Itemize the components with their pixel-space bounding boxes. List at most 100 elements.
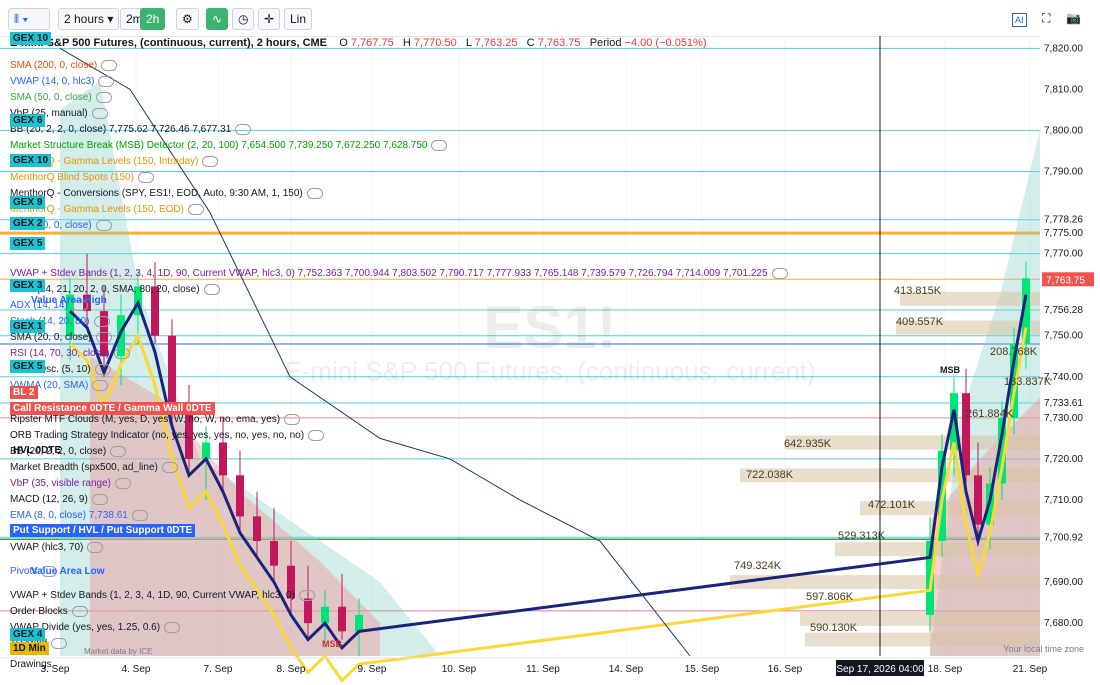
eye-icon[interactable]: [110, 446, 127, 457]
high-value: 7,770.50: [413, 37, 457, 49]
time-tick-label: 7. Sep: [204, 664, 233, 675]
indicator-legend-item[interactable]: SMA (200, 0, close): [10, 60, 118, 72]
eye-icon[interactable]: [51, 638, 68, 649]
time-tick-label: 10. Sep: [442, 664, 477, 675]
settings-icon[interactable]: ⚙: [176, 8, 199, 30]
data-note: Market data by ICE: [84, 647, 152, 656]
volume-profile-label: 472.101K: [868, 499, 916, 511]
indicator-legend-item[interactable]: VWAP (14, 0, hlc3): [10, 76, 115, 88]
indicator-legend-item[interactable]: EMA (8, 0, close) 7,738.61: [10, 510, 148, 522]
eye-icon[interactable]: [113, 348, 130, 359]
gex-level-label: GEX 1: [10, 320, 46, 333]
indicator-legend-item[interactable]: MACD (12, 26, 9): [10, 494, 108, 506]
indicator-legend-label: RSI (14, 70, 30, close): [10, 348, 110, 360]
indicator-legend-item[interactable]: SMA (20, 0, close): [10, 332, 112, 344]
close-label: C: [526, 37, 535, 49]
eye-icon[interactable]: [92, 380, 109, 391]
time-tick-label: 18. Sep: [928, 664, 963, 675]
price-tick-label: 7,778.26: [1044, 215, 1083, 226]
volume-profile-label: 208.768K: [990, 346, 1038, 358]
eye-icon[interactable]: [161, 462, 178, 473]
volume-profile-label: 749.324K: [734, 560, 782, 572]
low-label: L: [465, 37, 472, 49]
eye-icon[interactable]: [95, 92, 112, 103]
volume-profile-label: 722.038K: [746, 469, 794, 481]
auto-button[interactable]: AI: [1012, 13, 1027, 27]
indicator-legend-item[interactable]: MenthorQ - Conversions (SPY, ES1!, EOD, …: [10, 188, 323, 200]
eye-icon[interactable]: [284, 414, 301, 425]
fullscreen-icon[interactable]: ⛶: [1042, 8, 1050, 28]
indicator-legend-item[interactable]: BB (20, 2, 2, 0, close) 7,775.62 7,726.4…: [10, 124, 252, 136]
interval-select[interactable]: 2 hours ▾: [58, 8, 120, 30]
lin-button[interactable]: Lin: [284, 8, 313, 30]
price-tick-label: 7,820.00: [1044, 43, 1083, 54]
eye-icon[interactable]: [91, 108, 108, 119]
eye-icon[interactable]: [137, 172, 154, 183]
eye-icon[interactable]: [187, 204, 204, 215]
indicator-legend-item[interactable]: Ripster MTF Clouds (M, yes, D, yes, W, n…: [10, 414, 301, 426]
volume-profile-label: 642.935K: [784, 438, 832, 450]
low-value: 7,763.25: [474, 37, 518, 49]
eye-icon[interactable]: [431, 140, 448, 151]
eye-icon[interactable]: [308, 430, 325, 441]
gex-level-label: GEX 6: [10, 114, 46, 127]
time-tick-label: 4. Sep: [122, 664, 151, 675]
indicator-legend-item[interactable]: VbP (35, visible range): [10, 478, 131, 490]
indicator-legend-item[interactable]: SMA (50, 0, close): [10, 92, 112, 104]
eye-icon[interactable]: [235, 124, 252, 135]
indicator-legend-label: SMA (20, 0, close): [10, 332, 92, 344]
camera-icon[interactable]: 📷: [1066, 8, 1081, 28]
gex-level-label: Value Area Low: [31, 566, 105, 577]
crosshair-icon[interactable]: ✛: [258, 8, 281, 30]
indicator-legend-item[interactable]: Market Breadth (spx500, ad_line): [10, 462, 178, 474]
indicator-legend-item[interactable]: RSI (14, 70, 30, close): [10, 348, 130, 360]
eye-icon[interactable]: [94, 364, 111, 375]
eye-icon[interactable]: [298, 590, 315, 601]
indicator-legend-label: Ripster MTF Clouds (M, yes, D, yes, W, n…: [10, 414, 281, 426]
price-tick-label: 7,800.00: [1044, 125, 1083, 136]
indicator-legend-label: Order Blocks: [10, 606, 68, 618]
eye-icon[interactable]: [71, 606, 88, 617]
eye-icon[interactable]: [771, 268, 788, 279]
price-tick-label: 7,730.00: [1044, 413, 1083, 424]
drawings-label[interactable]: Drawings: [10, 659, 52, 670]
eye-icon[interactable]: [95, 220, 112, 231]
candle-body: [219, 442, 227, 476]
eye-icon[interactable]: [306, 188, 323, 199]
candle-body: [236, 475, 244, 517]
eye-icon[interactable]: [91, 494, 108, 505]
indicator-legend-item[interactable]: MenthorQ Blind Spots (150): [10, 172, 154, 184]
time-tick-label: 8. Sep: [277, 664, 306, 675]
close-value: 7,763.75: [537, 37, 581, 49]
eye-icon[interactable]: [93, 316, 110, 327]
eye-icon[interactable]: [101, 60, 118, 71]
time-tick-label: 11. Sep: [526, 664, 560, 675]
price-tick-label: 7,770.00: [1044, 249, 1083, 260]
indicator-legend-item[interactable]: Market Structure Break (MSB) Detector (2…: [10, 140, 448, 152]
chart-type-button[interactable]: ⫴ ▾: [8, 8, 50, 30]
eye-icon[interactable]: [98, 76, 115, 87]
price-tick-label: 7,733.61: [1044, 398, 1083, 409]
gex-level-label: HVL 0DTE: [13, 445, 62, 456]
timeframe-2h-button[interactable]: 2h: [140, 8, 166, 30]
eye-icon[interactable]: [114, 478, 131, 489]
time-tick-label: 21. Sep: [1013, 664, 1048, 675]
indicator-legend-item[interactable]: ORB Trading Strategy Indicator (no, yes,…: [10, 430, 325, 442]
eye-icon[interactable]: [87, 542, 104, 553]
replay-icon[interactable]: ◷: [232, 8, 255, 30]
indicator-legend-label: MACD (12, 26, 9): [10, 494, 88, 506]
indicator-icon[interactable]: ∿: [206, 8, 229, 30]
indicator-legend-item[interactable]: Order Blocks: [10, 606, 88, 618]
indicator-legend-item[interactable]: VWAP (hlc3, 70): [10, 542, 104, 554]
period-value: −4.00 (−0.051%): [624, 37, 707, 49]
time-tick-label: 15. Sep: [685, 664, 720, 675]
indicator-legend-item[interactable]: VWAP + Stdev Bands (1, 2, 3, 4, 1D, 90, …: [10, 590, 315, 602]
eye-icon[interactable]: [203, 284, 220, 295]
volume-profile-label: 261.884K: [966, 408, 1014, 420]
eye-icon[interactable]: [164, 622, 181, 633]
eye-icon[interactable]: [202, 156, 219, 167]
indicator-legend-item[interactable]: VWAP + Stdev Bands (1, 2, 3, 4, 1D, 90, …: [10, 268, 788, 280]
eye-icon[interactable]: [131, 510, 148, 521]
eye-icon[interactable]: [95, 332, 112, 343]
gex-level-label: GEX 5: [10, 237, 46, 250]
